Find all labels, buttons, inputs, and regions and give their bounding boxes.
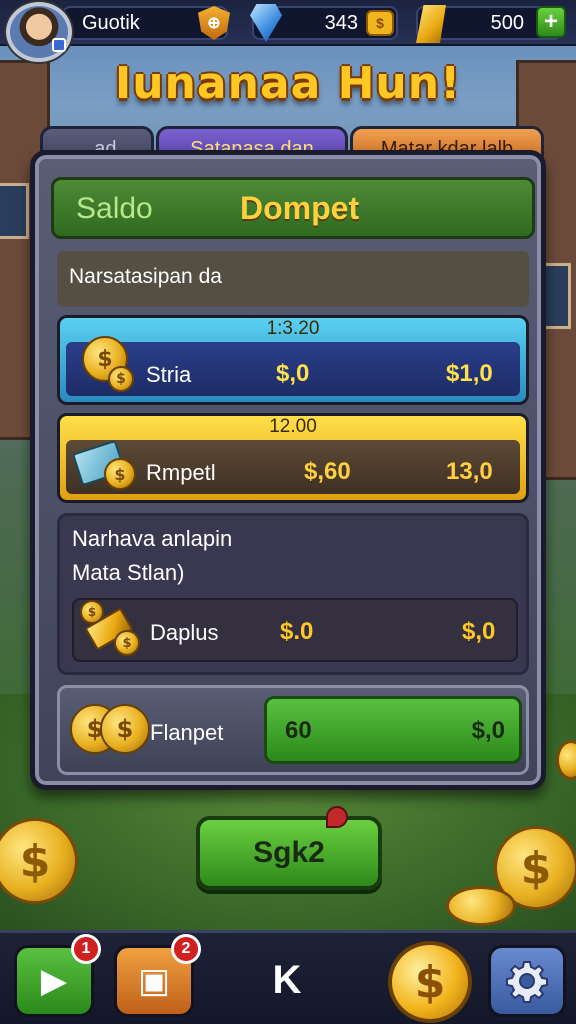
coin-pile-right-small-icon	[446, 886, 516, 926]
coin-icon: $	[100, 704, 150, 754]
play-button[interactable]: ▶ 1	[14, 934, 101, 1017]
row-label: Flanpet	[150, 720, 224, 745]
row-body: $ $ Stria $,0 $1,0	[66, 336, 520, 396]
row-header: 12.00	[269, 416, 317, 437]
notification-badge: 1	[71, 934, 101, 964]
play-icon: ▶	[40, 961, 68, 1001]
gold-counter[interactable]: 500 +	[416, 5, 566, 43]
row-inner: $ $ Daplus $.0 $,0	[72, 598, 518, 662]
bottom-bar: ▶ 1 ▣ 2 K $	[0, 930, 576, 1024]
row-value-a: $,0	[276, 360, 310, 387]
player-name-pill[interactable]: Guotik ⊕	[62, 6, 230, 40]
gold-value: 500	[490, 11, 524, 34]
coin-icon: $	[80, 600, 104, 624]
row-label: Rmpetl	[146, 460, 216, 485]
player-name: Guotik	[82, 11, 140, 34]
panel-header: Saldo Dompet	[51, 177, 535, 239]
panel-title: Dompet	[240, 190, 360, 226]
box-icon: ▣	[137, 961, 171, 1001]
avatar-badge	[52, 38, 66, 52]
row-value-a: 60	[285, 717, 312, 744]
claim-button[interactable]: Sgk2	[196, 806, 382, 890]
wallet-row-1[interactable]: 1:3.20 $ $ Stria $,0 $1,0	[57, 315, 529, 405]
row-title-line-1: Narhava anlapin	[72, 526, 233, 551]
add-gold-plus-icon[interactable]: +	[536, 6, 566, 38]
coin-icon: $	[414, 956, 446, 1008]
row-value-b: 13,0	[446, 458, 493, 485]
notification-badge: 2	[171, 934, 201, 964]
shield-icon: ⊕	[198, 6, 230, 40]
row-value-box[interactable]: 60 $,0	[264, 696, 522, 764]
row-value-b: $1,0	[446, 360, 493, 387]
row-value-b: $,0	[462, 618, 496, 645]
row-body: $ Rmpetl $,60 13,0	[66, 439, 520, 494]
wallet-panel: Saldo Dompet Narsatasipan da 1:3.20 $ $ …	[30, 150, 546, 790]
saldo-label: Saldo	[76, 192, 153, 225]
claim-button-label: Sgk2	[253, 836, 325, 869]
section-label: Narsatasipan da	[57, 251, 529, 307]
logo: K	[272, 957, 302, 1002]
settings-button[interactable]	[488, 945, 566, 1017]
gold-bar-icon	[416, 5, 446, 43]
row-title-line-2: Mata Stlan)	[72, 560, 185, 585]
row-header: 1:3.20	[266, 318, 320, 339]
row-label: Stria	[146, 362, 192, 387]
wallet-row-2[interactable]: 12.00 $ Rmpetl $,60 13,0	[57, 413, 529, 503]
coin-icon: $	[108, 366, 134, 392]
avatar[interactable]	[6, 2, 72, 62]
coin-icon: $	[366, 10, 394, 36]
coin-icon: $	[114, 630, 140, 656]
gem-icon	[250, 4, 282, 42]
wallet-row-3[interactable]: Narhava anlapin Mata Stlan) $ $ Daplus $…	[57, 513, 529, 675]
row-value-a: $,60	[304, 458, 351, 485]
row-value-b: $,0	[471, 717, 505, 744]
coin-button[interactable]: $	[388, 941, 472, 1023]
top-bar: Guotik ⊕ 343 $ 500 +	[0, 0, 576, 62]
game-title: Iunanaa Hun!	[114, 58, 462, 109]
gems-value: 343	[324, 11, 358, 34]
coin-icon: $	[104, 458, 136, 490]
wallet-row-4[interactable]: $ $ Flanpet 60 $,0	[57, 685, 529, 775]
box-button[interactable]: ▣ 2	[114, 934, 201, 1017]
gear-icon	[506, 961, 548, 1003]
leaf-icon	[326, 806, 348, 828]
row-label: Daplus	[150, 620, 219, 645]
row-value-a: $.0	[280, 618, 314, 645]
gems-counter[interactable]: 343 $	[250, 4, 398, 42]
